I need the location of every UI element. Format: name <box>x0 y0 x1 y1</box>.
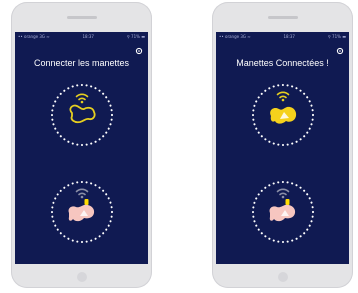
home-button <box>76 272 87 282</box>
phone-mockup-right: •• orange 3G ≈ 18:37 ⚲ 71% ▬ Manettes Co… <box>212 2 353 288</box>
phone-speaker <box>66 16 97 19</box>
controller-filled-icon <box>269 199 295 222</box>
status-time: 18:37 <box>82 34 94 39</box>
wifi-icon <box>75 188 88 196</box>
status-battery: ⚲ 71% ▬ <box>126 34 145 39</box>
controller-slot-pink[interactable] <box>50 180 114 244</box>
status-carrier: •• orange 3G ≈ <box>219 34 251 39</box>
controller-slot-yellow[interactable] <box>251 83 315 147</box>
status-bar: •• orange 3G ≈ 18:37 ⚲ 71% ▬ <box>18 34 145 40</box>
controller-slot-yellow[interactable] <box>50 83 114 147</box>
phone-speaker <box>267 16 298 19</box>
controller-filled-icon <box>68 199 94 222</box>
status-bar: •• orange 3G ≈ 18:37 ⚲ 71% ▬ <box>219 34 346 40</box>
app-screen: •• orange 3G ≈ 18:37 ⚲ 71% ▬ Manettes Co… <box>216 32 349 264</box>
screen-title: Connecter les manettes <box>33 58 130 68</box>
settings-icon[interactable] <box>336 42 344 55</box>
phone-mockup-left: •• orange 3G ≈ 18:37 ⚲ 71% ▬ Connecter l… <box>11 2 152 288</box>
app-screen: •• orange 3G ≈ 18:37 ⚲ 71% ▬ Connecter l… <box>15 32 148 264</box>
wifi-icon <box>276 188 289 196</box>
status-battery: ⚲ 71% ▬ <box>327 34 346 39</box>
wifi-icon <box>75 93 88 101</box>
screen-title: Manettes Connectées ! <box>236 58 329 68</box>
status-time: 18:37 <box>283 34 295 39</box>
status-carrier: •• orange 3G ≈ <box>18 34 50 39</box>
controller-filled-icon <box>269 106 296 124</box>
wifi-icon <box>276 91 289 99</box>
controller-slot-pink[interactable] <box>251 180 315 244</box>
home-button <box>277 272 288 282</box>
controller-outline-icon <box>68 104 96 124</box>
settings-icon[interactable] <box>135 42 143 55</box>
